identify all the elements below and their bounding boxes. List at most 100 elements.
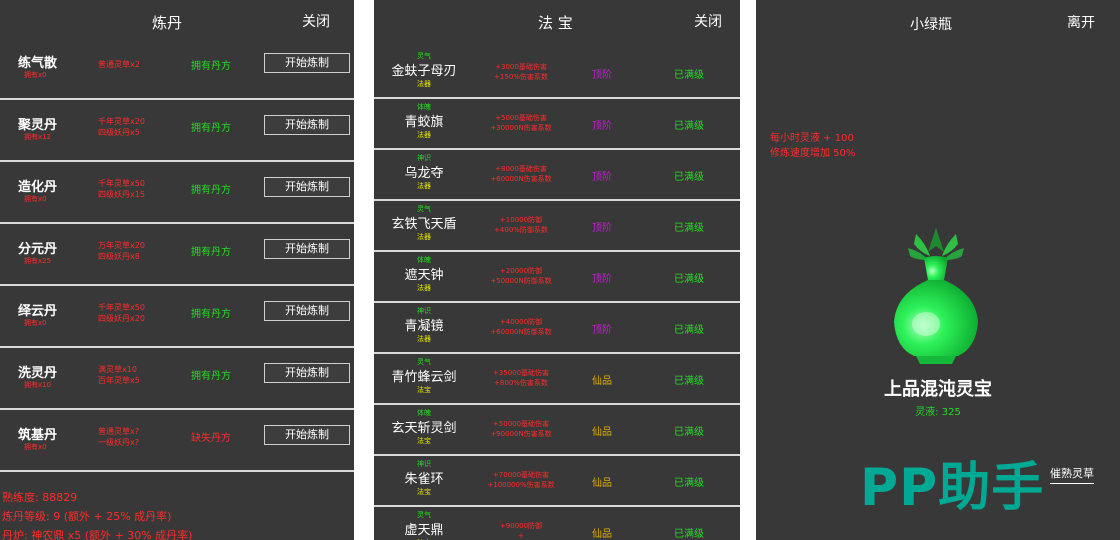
treasure-grade: 顶阶 [592, 121, 612, 132]
bonus-speed-text: 修炼速度增加 50% [770, 148, 856, 159]
effect-line: +100000%伤害系数 [487, 481, 555, 489]
treasure-name: 青蛟旗 [404, 115, 444, 130]
treasure-level[interactable]: 已满级 [674, 168, 704, 183]
treasure-row: 体魄 玄天斩灵剑 法宝 +50000基础伤害 +90000N伤害系数 仙品 已满级 [374, 405, 740, 456]
material-line: 千年灵草x50 [98, 303, 145, 312]
start-refine-button[interactable]: 开始炼制 [264, 363, 350, 383]
treasure-level[interactable]: 已满级 [674, 321, 704, 336]
recipe-materials: 满灵草x10 百年灵草x5 [98, 364, 184, 386]
treasure-effects: +70000基础伤害 +100000%伤害系数 [476, 470, 566, 490]
recipe-row: 造化丹 拥有x0 千年灵草x50 四级妖丹x15 拥有丹方 开始炼制 [0, 162, 354, 224]
recipe-status: 拥有丹方 [191, 61, 231, 72]
start-refine-button[interactable]: 开始炼制 [264, 115, 350, 135]
treasure-category: 法器 [417, 335, 431, 343]
material-line: 四级妖丹x20 [98, 314, 145, 323]
effect-line: +35000基础伤害 [492, 369, 550, 377]
treasure-name: 玄天斩灵剑 [391, 421, 457, 436]
recipe-owned-count: 拥有x0 [24, 195, 47, 203]
recipe-status: 拥有丹方 [191, 123, 231, 134]
effect-line: +60000N伤害系数 [490, 175, 552, 183]
recipe-row: 聚灵丹 拥有x12 千年灵草x20 四级妖丹x5 拥有丹方 开始炼制 [0, 100, 354, 162]
effect-line: + [518, 532, 524, 540]
treasure-row: 神识 青凝镜 法器 +40000防御 +60000N防御系数 顶阶 已满级 [374, 303, 740, 354]
recipe-materials: 千年灵草x50 四级妖丹x15 [98, 178, 184, 200]
recipe-owned-count: 拥有x12 [24, 133, 52, 141]
effect-line: +5000基础伤害 [495, 114, 547, 122]
treasure-category: 法宝 [417, 386, 431, 394]
start-refine-button[interactable]: 开始炼制 [264, 301, 350, 321]
treasure-row: 灵气虚天鼎法宝+90000防御+仙品已满级 [374, 507, 740, 540]
recipe-name: 洗灵丹 [18, 366, 58, 381]
treasure-row: 灵气 青竹蜂云剑 法宝 +35000基础伤害 +800%伤害系数 仙品 已满级 [374, 354, 740, 405]
treasure-level[interactable]: 已满级 [674, 219, 704, 234]
recipe-owned-count: 拥有x0 [24, 71, 47, 79]
treasure-effects: +20000防御 +50000N防御系数 [476, 266, 566, 286]
material-line: 万年灵草x20 [98, 241, 145, 250]
effect-line: +60000N防御系数 [490, 328, 552, 336]
treasure-level[interactable]: 已满级 [674, 117, 704, 132]
treasure-close-button[interactable]: 关闭 [694, 11, 722, 31]
treasure-effects: +3000基础伤害 +150%伤害系数 [476, 62, 566, 82]
treasure-category: 法器 [417, 233, 431, 241]
start-refine-button[interactable]: 开始炼制 [264, 239, 350, 259]
recipe-name: 分元丹 [18, 242, 58, 257]
recipe-row: 筑基丹 拥有x0 普通灵草x? 一级妖丹x? 缺失丹方 开始炼制 [0, 410, 354, 472]
treasure-row: 灵气 玄铁飞天盾 法器 +10000防御 +400%防御系数 顶阶 已满级 [374, 201, 740, 252]
recipe-status: 拥有丹方 [191, 247, 231, 258]
recipe-materials: 普通灵草x2 [98, 59, 184, 70]
green-vase-icon [886, 222, 986, 371]
treasure-level[interactable]: 已满级 [674, 525, 704, 540]
pp-assistant-watermark: PP助手 [860, 458, 1045, 518]
recipe-owned-count: 拥有x0 [24, 443, 47, 451]
alchemy-level-text: 炼丹等级: 9 (额外 + 25% 成丹率) [2, 510, 172, 523]
recipe-row: 绎云丹 拥有x0 千年灵草x50 四级妖丹x20 拥有丹方 开始炼制 [0, 286, 354, 348]
treasure-effects: +90000防御 + [476, 521, 566, 540]
start-refine-button[interactable]: 开始炼制 [264, 177, 350, 197]
effect-line: +50000基础伤害 [492, 420, 550, 428]
treasure-effects: +8000基础伤害 +60000N伤害系数 [476, 164, 566, 184]
treasure-category: 法器 [417, 131, 431, 139]
material-line: 四级妖丹x5 [98, 128, 140, 137]
recipe-materials: 万年灵草x20 四级妖丹x8 [98, 240, 184, 262]
start-refine-button[interactable]: 开始炼制 [264, 425, 350, 445]
treasure-grade: 仙品 [592, 376, 612, 387]
treasure-name: 青凝镜 [404, 319, 444, 334]
treasure-level[interactable]: 已满级 [674, 270, 704, 285]
effect-line: +90000防御 [499, 522, 543, 530]
leave-button[interactable]: 离开 [1067, 12, 1095, 32]
treasure-row: 体魄 青蛟旗 法器 +5000基础伤害 +30000N伤害系数 顶阶 已满级 [374, 99, 740, 150]
ripen-herb-button[interactable]: 催熟灵草 [1050, 465, 1094, 484]
material-line: 百年灵草x5 [98, 376, 140, 385]
treasure-category: 法宝 [417, 437, 431, 445]
treasure-level[interactable]: 已满级 [674, 423, 704, 438]
bottle-title: 小绿瓶 [910, 17, 952, 33]
treasure-name: 乌龙夺 [404, 166, 444, 181]
recipe-status: 拥有丹方 [191, 371, 231, 382]
treasure-name: 朱雀环 [404, 472, 444, 487]
treasure-level[interactable]: 已满级 [674, 474, 704, 489]
alchemy-close-button[interactable]: 关闭 [302, 11, 330, 31]
recipe-row: 洗灵丹 拥有x10 满灵草x10 百年灵草x5 拥有丹方 开始炼制 [0, 348, 354, 410]
recipe-owned-count: 拥有x0 [24, 319, 47, 327]
vase-name: 上品混沌灵宝 [884, 379, 992, 400]
effect-line: +30000N伤害系数 [490, 124, 552, 132]
recipe-row: 分元丹 拥有x25 万年灵草x20 四级妖丹x8 拥有丹方 开始炼制 [0, 224, 354, 286]
treasure-effects: +35000基础伤害 +800%伤害系数 [476, 368, 566, 388]
treasure-name: 金蚨子母刃 [391, 64, 457, 79]
treasure-level[interactable]: 已满级 [674, 372, 704, 387]
treasure-effects: +50000基础伤害 +90000N伤害系数 [476, 419, 566, 439]
recipe-materials: 千年灵草x50 四级妖丹x20 [98, 302, 184, 324]
effect-line: +150%伤害系数 [494, 73, 548, 81]
treasure-name: 玄铁飞天盾 [391, 217, 457, 232]
treasure-panel: 法 宝 关闭 灵气 金蚨子母刃 法器 +3000基础伤害 +150%伤害系数 顶阶 已满级体… [374, 0, 740, 540]
treasure-row: 神识 朱雀环 法宝 +70000基础伤害 +100000%伤害系数 仙品 已满级 [374, 456, 740, 507]
treasure-name: 青竹蜂云剑 [391, 370, 457, 385]
treasure-grade: 仙品 [592, 529, 612, 540]
start-refine-button[interactable]: 开始炼制 [264, 53, 350, 73]
treasure-effects: +10000防御 +400%防御系数 [476, 215, 566, 235]
treasure-grade: 顶阶 [592, 223, 612, 234]
liquid-count: 灵液: 325 [915, 407, 961, 418]
effect-line: +50000N防御系数 [490, 277, 552, 285]
bottle-panel: 小绿瓶 离开 每小时灵液 + 100 修炼速度增加 50% 上品混沌灵宝 灵液:… [756, 0, 1120, 540]
treasure-level[interactable]: 已满级 [674, 66, 704, 81]
